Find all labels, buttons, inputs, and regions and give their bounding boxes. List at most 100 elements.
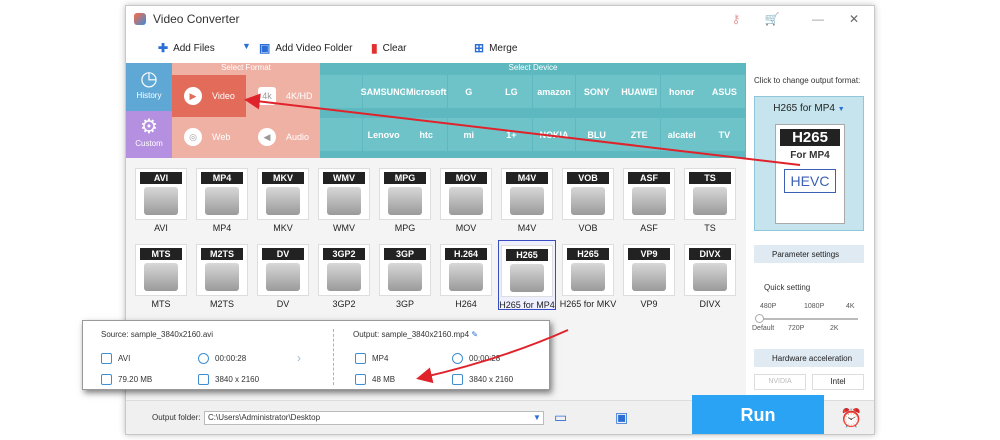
device-tv[interactable]: TV	[703, 118, 746, 151]
quick-setting-tick: 720P	[788, 325, 805, 332]
format-thumbnail: 3GP2	[318, 244, 370, 296]
audio-category[interactable]: ◀ Audio	[246, 116, 320, 158]
device-amazon[interactable]: amazon	[533, 75, 575, 108]
device-sony[interactable]: SONY	[575, 75, 618, 108]
device-1-[interactable]: 1+	[490, 118, 533, 151]
format-tag: VP9	[628, 248, 670, 260]
format-tag: TS	[689, 172, 731, 184]
device-huawei[interactable]: HUAWEI	[618, 75, 661, 108]
add-files-dropdown[interactable]: ▼	[242, 41, 251, 51]
device-zte[interactable]: ZTE	[618, 118, 661, 151]
chevron-down-icon[interactable]: ▼	[533, 413, 541, 422]
device-honor[interactable]: honor	[660, 75, 703, 108]
format-m4v[interactable]: M4V M4V	[498, 164, 556, 234]
output-folder-input[interactable]: C:\Users\Administrator\Desktop	[204, 411, 544, 425]
minimize-button[interactable]: —	[808, 10, 828, 28]
alarm-clock-icon[interactable]: ⏰	[840, 408, 862, 429]
device-asus[interactable]: ASUS	[703, 75, 746, 108]
run-button[interactable]: Run	[692, 395, 824, 434]
device-mi[interactable]: mi	[447, 118, 490, 151]
format-mov[interactable]: MOV MOV	[437, 164, 495, 234]
format-divx[interactable]: DIVX DIVX	[681, 240, 739, 310]
format-label: VP9	[640, 299, 658, 309]
device-nokia[interactable]: NOKIA	[533, 118, 575, 151]
device-g[interactable]: G	[447, 75, 490, 108]
custom-button[interactable]: ⚙ Custom	[126, 111, 172, 158]
format-h264[interactable]: H.264 H264	[437, 240, 495, 310]
format-m2ts[interactable]: M2TS M2TS	[193, 240, 251, 310]
add-files-button[interactable]: ✚ Add Files	[158, 41, 215, 55]
format-label: MPG	[394, 223, 416, 233]
format-thumbnail: M2TS	[196, 244, 248, 296]
format-art	[327, 263, 361, 291]
device-lenovo[interactable]: Lenovo	[362, 118, 405, 151]
device-apple[interactable]	[320, 118, 362, 151]
format-label: TS	[704, 223, 716, 233]
format-h265-for-mkv[interactable]: H265 H265 for MKV	[559, 240, 617, 310]
device-apple[interactable]	[320, 75, 362, 108]
clear-button[interactable]: ▮ Clear	[371, 41, 407, 55]
device-blu[interactable]: BLU	[575, 118, 618, 151]
4k-hd-category[interactable]: 4k 4K/HD	[246, 75, 320, 117]
format-mpg[interactable]: MPG MPG	[376, 164, 434, 234]
quick-setting-slider[interactable]	[758, 318, 858, 320]
open-folder-icon[interactable]: ▣	[615, 409, 628, 426]
device-htc[interactable]: htc	[405, 118, 448, 151]
merge-button[interactable]: ⊞ Merge	[474, 41, 517, 55]
format-avi[interactable]: AVI AVI	[132, 164, 190, 234]
format-mkv[interactable]: MKV MKV	[254, 164, 312, 234]
format-mp4[interactable]: MP4 MP4	[193, 164, 251, 234]
format-tag: DV	[262, 248, 304, 260]
hardware-acceleration-button[interactable]: Hardware acceleration	[754, 349, 864, 367]
divider	[333, 329, 334, 385]
web-category[interactable]: ◎ Web	[172, 116, 246, 158]
format-art	[144, 263, 178, 291]
device-lg[interactable]: LG	[490, 75, 533, 108]
device-alcatel[interactable]: alcatel	[660, 118, 703, 151]
device-samsung[interactable]: SAMSUNG	[361, 75, 407, 108]
format-art	[205, 187, 239, 215]
format-vob[interactable]: VOB VOB	[559, 164, 617, 234]
format-thumbnail: 3GP	[379, 244, 431, 296]
edit-pencil-icon[interactable]: ✎	[471, 330, 478, 339]
device-microsoft[interactable]: Microsoft	[405, 75, 448, 108]
format-art	[266, 187, 300, 215]
nvidia-option[interactable]: NVIDIA	[754, 374, 806, 390]
device-panel: Select Device SAMSUNG Microsoft G LG amazon S…	[320, 63, 746, 158]
format-ts[interactable]: TS TS	[681, 164, 739, 234]
format-h265-for-mp4[interactable]: H265 H265 for MP4	[498, 240, 556, 310]
format-vp9[interactable]: VP9 VP9	[620, 240, 678, 310]
out-size: 48 MB	[355, 374, 395, 385]
format-3gp2[interactable]: 3GP2 3GP2	[315, 240, 373, 310]
format-art	[510, 264, 544, 292]
parameter-settings-button[interactable]: Parameter settings	[754, 245, 864, 263]
add-video-folder-button[interactable]: ▣ Add Video Folder	[259, 41, 352, 55]
intel-option[interactable]: Intel	[812, 374, 864, 390]
format-3gp[interactable]: 3GP 3GP	[376, 240, 434, 310]
window-title: Video Converter	[153, 12, 240, 26]
toolbar: ✚ Add Files ▼ ▣ Add Video Folder ▮ Clear ⊞ M…	[126, 34, 874, 64]
folder-icon[interactable]: ▭	[554, 409, 567, 426]
format-asf[interactable]: ASF ASF	[620, 164, 678, 234]
output-format-selector[interactable]: H265 for MP4 ▼ H265 For MP4 HEVC	[754, 96, 864, 231]
out-format: MP4	[355, 353, 388, 364]
quick-setting-label: Quick setting	[764, 283, 811, 292]
format-wmv[interactable]: WMV WMV	[315, 164, 373, 234]
app-logo-icon	[134, 13, 146, 25]
history-button[interactable]: ◷ History	[126, 63, 172, 111]
format-tag: DIVX	[689, 248, 731, 260]
close-button[interactable]: ✕	[844, 10, 864, 28]
format-art	[632, 263, 666, 291]
cart-icon[interactable]: 🛒	[762, 10, 782, 28]
play-icon: ▶	[184, 87, 202, 105]
quick-setting-handle[interactable]	[755, 314, 764, 323]
format-thumbnail: MKV	[257, 168, 309, 220]
format-dv[interactable]: DV DV	[254, 240, 312, 310]
format-art	[449, 187, 483, 215]
trash-icon: ▮	[371, 41, 378, 55]
format-thumbnail: TS	[684, 168, 736, 220]
key-icon[interactable]: ⚷	[726, 10, 746, 28]
format-mts[interactable]: MTS MTS	[132, 240, 190, 310]
resolution-icon	[452, 374, 463, 385]
video-category[interactable]: ▶ Video	[172, 75, 246, 117]
